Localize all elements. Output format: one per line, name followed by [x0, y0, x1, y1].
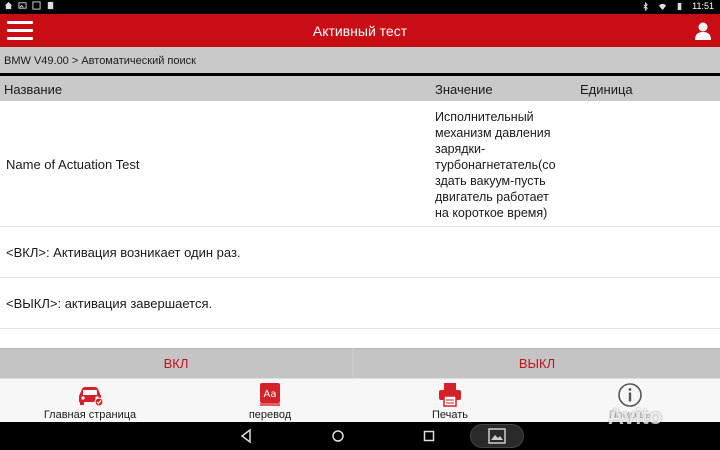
home-icon	[4, 1, 13, 10]
bluetooth-icon	[643, 1, 649, 11]
table-row[interactable]: <ВКЛ>: Активация возникает один раз.	[0, 227, 720, 278]
row-name: <ВКЛ>: Активация возникает один раз.	[6, 245, 241, 260]
screenshot-icon	[32, 1, 41, 10]
print-button[interactable]: Печать	[360, 379, 540, 423]
value-line: зарядки-	[435, 142, 486, 156]
table-header: Название Значение Единица	[0, 76, 720, 101]
svg-text:Aa: Aa	[264, 389, 277, 400]
row-value: Исполнительный механизм давления зарядки…	[435, 109, 575, 221]
value-line: турбонагнетатель(со	[435, 158, 556, 172]
notification-icon	[47, 1, 54, 10]
column-header-name: Название	[4, 82, 63, 97]
value-line: механизм давления	[435, 126, 551, 140]
translate-icon: Aa	[260, 383, 280, 406]
column-header-unit: Единица	[580, 82, 633, 97]
value-line: на короткое время)	[435, 206, 548, 220]
row-name: Name of Actuation Test	[6, 157, 140, 172]
avito-watermark: Avito	[608, 404, 663, 429]
back-icon[interactable]	[238, 428, 254, 444]
home-page-label: Главная страница	[43, 409, 137, 421]
column-header-value: Значение	[435, 82, 493, 97]
off-button[interactable]: ВЫКЛ	[354, 348, 720, 378]
printer-icon	[439, 383, 461, 407]
value-line: здать вакуум-пусть	[435, 174, 546, 188]
table-row[interactable]: Name of Actuation Test Исполнительный ме…	[0, 101, 720, 227]
battery-icon	[677, 2, 682, 10]
user-icon[interactable]	[693, 21, 713, 41]
translate-label: перевод	[248, 409, 292, 421]
table-row[interactable]: <ВЫКЛ>: активация завершается.	[0, 278, 720, 329]
wifi-icon	[659, 3, 667, 10]
status-time: 11:51	[692, 1, 714, 11]
home-nav-icon[interactable]	[330, 428, 346, 444]
status-bar: 11:51	[0, 0, 720, 14]
on-button[interactable]: ВКЛ	[0, 348, 352, 378]
translate-button[interactable]: Aa перевод	[180, 379, 360, 423]
page-title: Активный тест	[312, 23, 408, 39]
print-label: Печать	[431, 409, 469, 421]
table-body: Name of Actuation Test Исполнительный ме…	[0, 101, 720, 348]
image-icon	[18, 2, 27, 9]
home-page-button[interactable]: Главная страница	[0, 379, 180, 423]
app-bar: Активный тест	[0, 14, 720, 47]
value-line: Исполнительный	[435, 110, 534, 124]
gallery-thumbnail[interactable]	[470, 424, 524, 448]
image-thumbnail-icon	[488, 428, 506, 444]
value-line: двигатель работает	[435, 190, 549, 204]
action-bar: ВКЛ ВЫКЛ	[0, 348, 720, 378]
row-name: <ВЫКЛ>: активация завершается.	[6, 296, 213, 311]
breadcrumb: BMW V49.00 > Автоматический поиск	[0, 47, 720, 73]
recent-apps-icon[interactable]	[421, 428, 437, 444]
car-home-icon	[79, 387, 104, 407]
